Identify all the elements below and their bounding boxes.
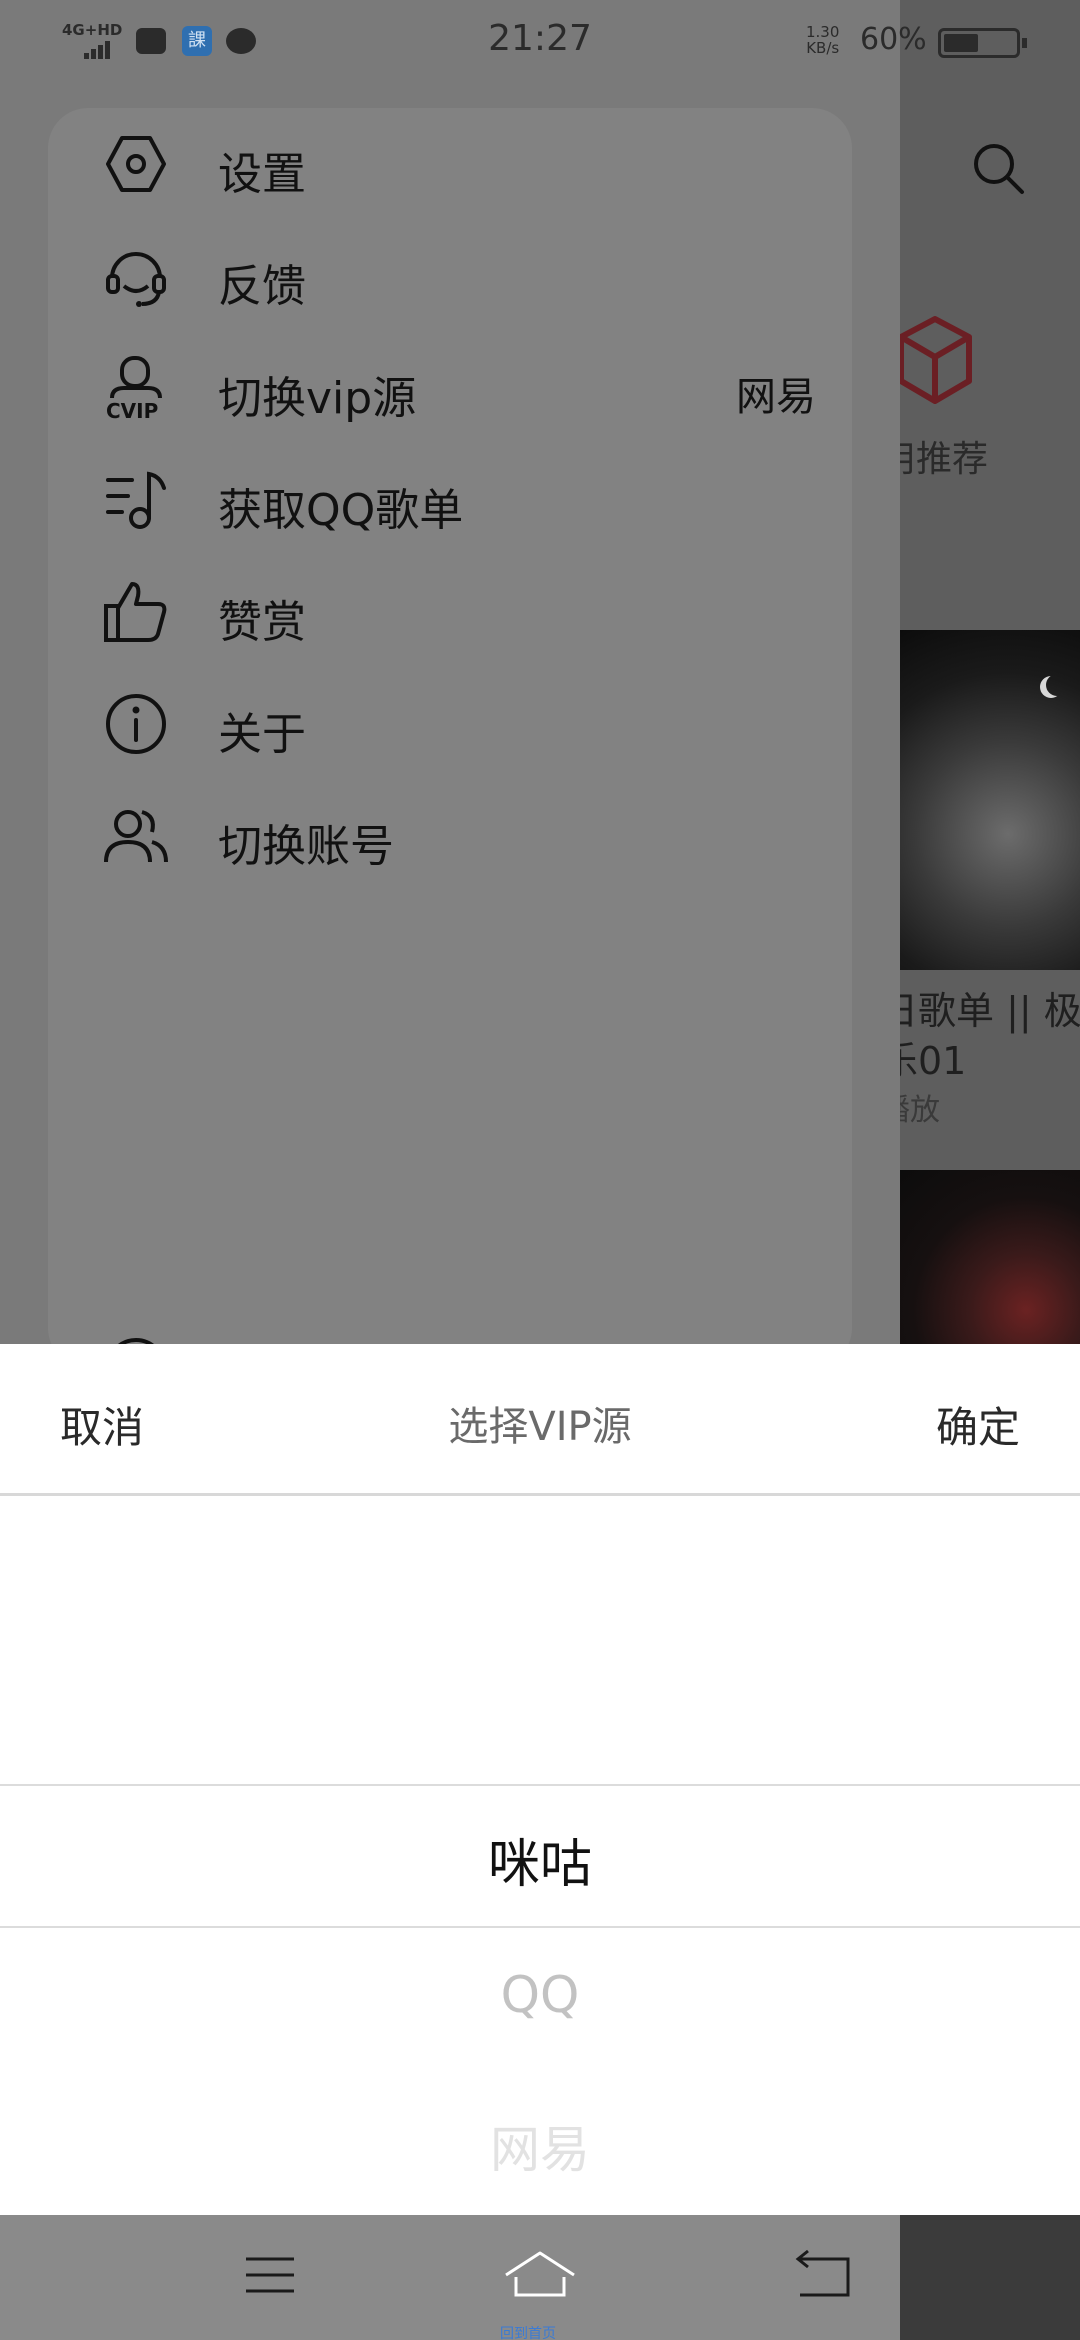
- drawer-item-label: 切换vip源: [218, 373, 417, 424]
- search-icon[interactable]: [970, 140, 1026, 196]
- menu-icon[interactable]: [230, 2245, 310, 2305]
- drawer-item-label: 赞赏: [218, 597, 306, 648]
- drawer-item-about[interactable]: 关于: [48, 668, 852, 780]
- status-bar: 4G+HD 課 21:27 1.30 KB/s 60%: [0, 0, 1080, 84]
- cube-icon: [898, 316, 972, 404]
- side-drawer: 设置 反馈 CVIP 切换vip源 网易 获取QQ歌单 赞赏 关于 切换账号: [48, 108, 852, 1368]
- music-list-icon: [106, 471, 166, 529]
- vip-user-icon: CVIP: [106, 356, 162, 422]
- battery-icon: [938, 28, 1027, 58]
- selection-divider-bottom: [0, 1926, 1080, 1928]
- picker-header: 取消 选择VIP源 确定: [0, 1344, 1080, 1496]
- drawer-item-reward[interactable]: 赞赏: [48, 556, 852, 668]
- drawer-item-switch-account[interactable]: 切换账号: [48, 780, 852, 892]
- network-speed-value: 1.30: [806, 23, 840, 41]
- back-icon[interactable]: [780, 2245, 860, 2305]
- info-icon: [106, 694, 166, 754]
- playlist-cover-image-2[interactable]: [900, 1170, 1080, 1345]
- moon-graphic: [1046, 674, 1068, 696]
- picker-option-netease[interactable]: 网易: [0, 2110, 1080, 2182]
- svg-text:CVIP: CVIP: [106, 399, 158, 422]
- home-icon[interactable]: [500, 2245, 580, 2305]
- thumbs-up-icon: [104, 582, 167, 642]
- users-icon: [104, 810, 168, 863]
- selection-divider-top: [0, 1784, 1080, 1786]
- confirm-button[interactable]: 确定: [936, 1394, 1020, 1455]
- drawer-item-settings[interactable]: 设置: [48, 108, 852, 220]
- drawer-item-label: 关于: [218, 709, 306, 760]
- playlist-title: 日歌单 || 极静: [880, 989, 1080, 1033]
- headset-icon: [106, 252, 166, 307]
- picker-option-qq[interactable]: QQ: [0, 1966, 1080, 2024]
- battery-percent: 60%: [860, 22, 927, 57]
- hexagon-settings-icon: [106, 136, 166, 192]
- vip-source-picker-sheet: 取消 选择VIP源 确定 咪咕 QQ 网易: [0, 1344, 1080, 2215]
- drawer-item-label: 设置: [218, 149, 306, 200]
- drawer-item-vip-source[interactable]: CVIP 切换vip源 网易: [48, 332, 852, 444]
- drawer-item-label: 获取QQ歌单: [218, 485, 464, 536]
- network-speed-unit: KB/s: [806, 39, 840, 57]
- nav-bar-right-shade: [900, 2215, 1080, 2340]
- picker-option-migu[interactable]: 咪咕: [0, 1822, 1080, 1897]
- vip-source-current-value: 网易: [736, 374, 816, 420]
- picker-title: 选择VIP源: [448, 1404, 632, 1450]
- drawer-item-label: 反馈: [218, 261, 306, 312]
- home-caption: 回到首页: [500, 2326, 556, 2340]
- drawer-item-get-qq-playlist[interactable]: 获取QQ歌单: [48, 444, 852, 556]
- system-nav-bar: 回到首页: [0, 2215, 1080, 2340]
- drawer-item-label: 切换账号: [218, 821, 394, 872]
- drawer-item-feedback[interactable]: 反馈: [48, 220, 852, 332]
- network-speed: 1.30 KB/s: [806, 24, 839, 56]
